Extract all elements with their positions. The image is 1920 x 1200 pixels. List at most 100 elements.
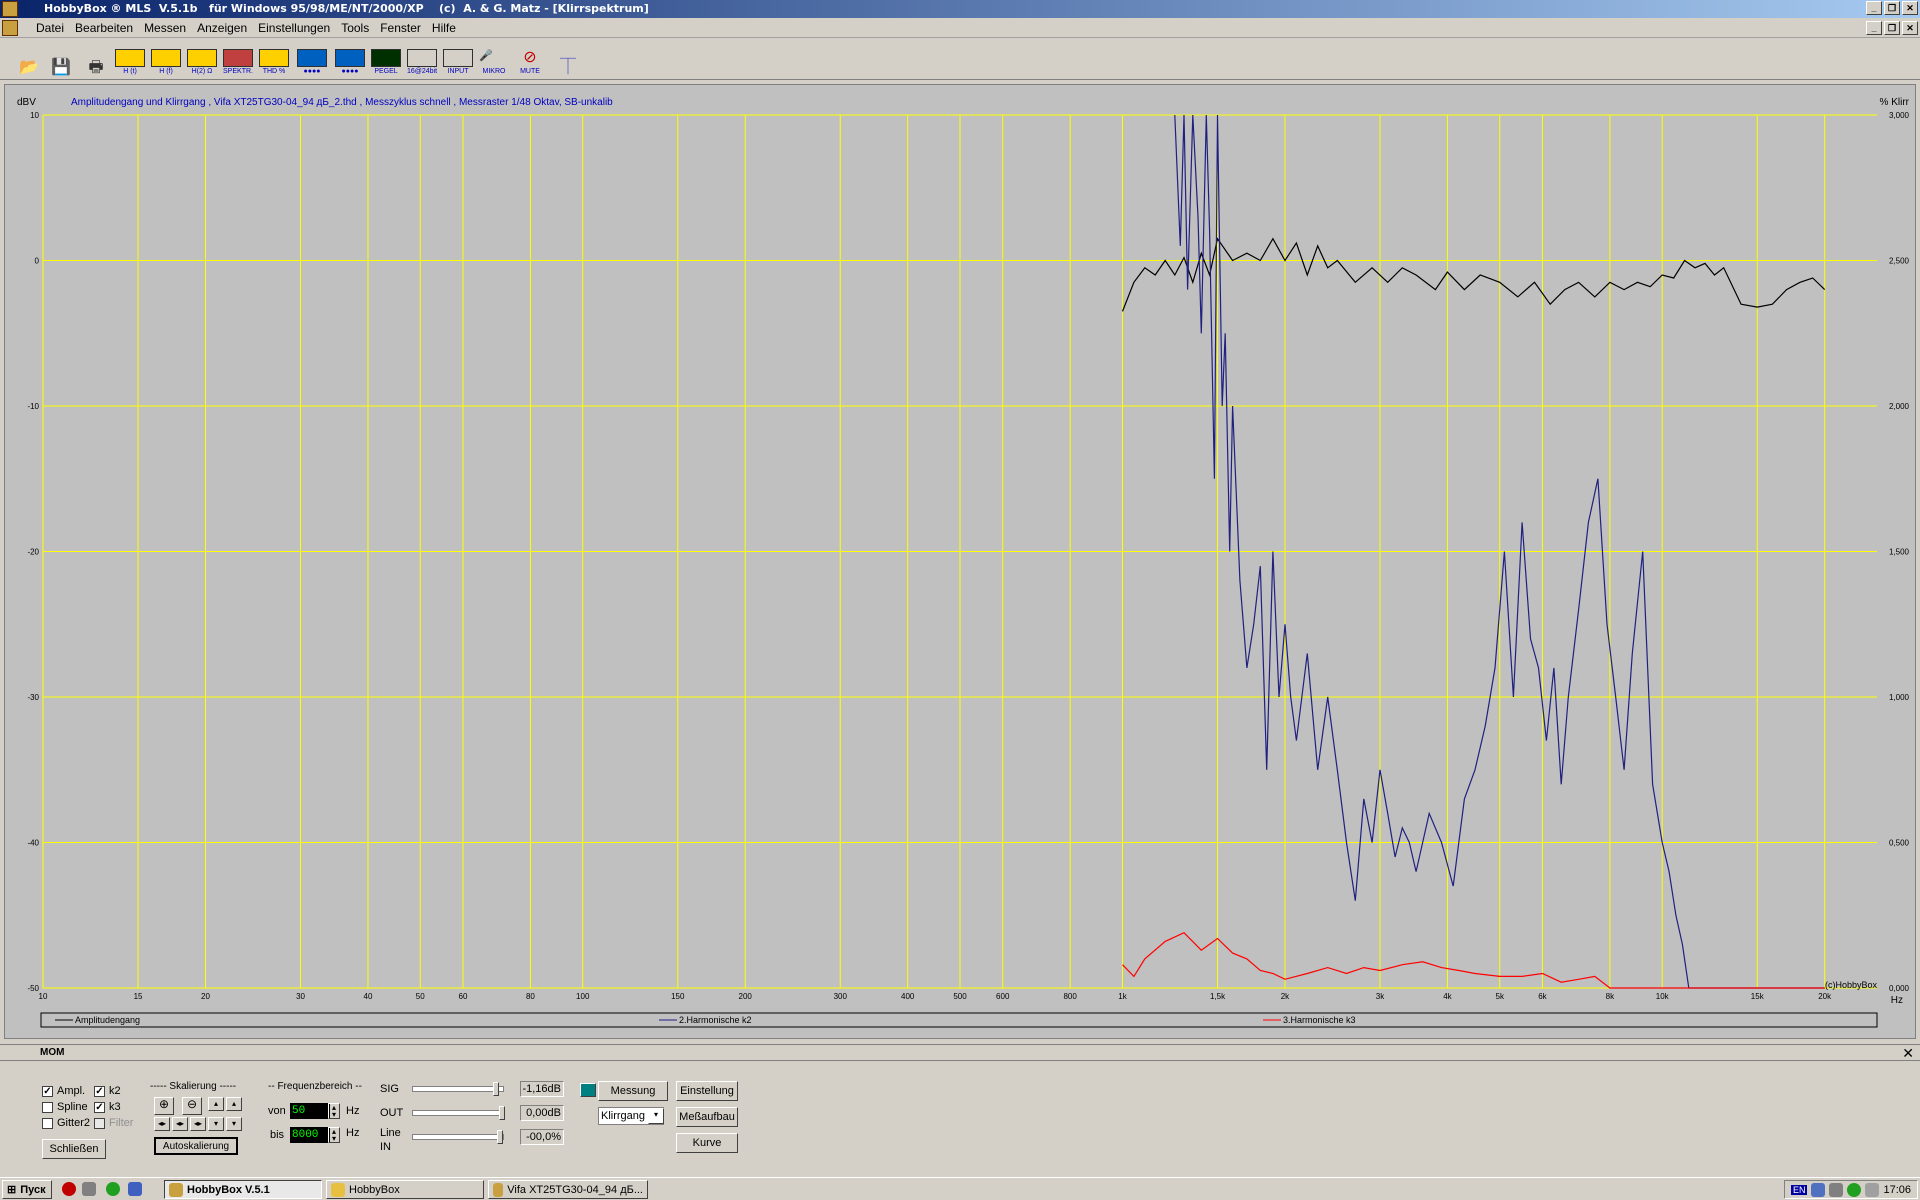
- menu-datei[interactable]: Datei: [36, 21, 64, 35]
- impedance-button[interactable]: H(2) Ω: [186, 46, 218, 76]
- x-tick-label: 10k: [1656, 992, 1670, 1001]
- messung-button[interactable]: Messung: [598, 1081, 668, 1101]
- app-icon[interactable]: [2, 1, 18, 17]
- antivirus-icon[interactable]: [1847, 1182, 1862, 1197]
- line-slider[interactable]: [412, 1130, 504, 1144]
- thd-icon: [259, 49, 289, 67]
- printer-icon: 🖶: [88, 59, 104, 76]
- y2-axis-label: % Klirr: [1880, 97, 1910, 108]
- bit-button[interactable]: 16@24bit: [406, 46, 438, 76]
- mikro-button[interactable]: 🎤 MIKRO: [478, 46, 510, 76]
- language-indicator[interactable]: EN: [1790, 1184, 1808, 1195]
- print-button[interactable]: 🖶: [80, 46, 112, 76]
- restore-button[interactable]: ❐: [1884, 1, 1900, 15]
- probe-button[interactable]: ⏉: [552, 46, 584, 76]
- x-tick-label: 20k: [1818, 992, 1832, 1001]
- y2-tick-label: 1,000: [1889, 693, 1910, 702]
- pegel-button[interactable]: PEGEL: [370, 46, 402, 76]
- menu-einstellungen[interactable]: Einstellungen: [258, 21, 330, 35]
- doc-minimize-button[interactable]: _: [1866, 21, 1882, 35]
- gitter2-checkbox[interactable]: Gitter2: [42, 1117, 90, 1129]
- doc-close-button[interactable]: ✕: [1902, 21, 1918, 35]
- kurve-button[interactable]: Kurve: [676, 1133, 738, 1153]
- scroll-right-icon[interactable]: ◂▸: [172, 1117, 188, 1131]
- zoom-in-icon[interactable]: ⊕: [154, 1097, 174, 1115]
- panel-close-icon[interactable]: ✕: [1902, 1045, 1914, 1062]
- von-spinner-icon[interactable]: ▴ ▾: [328, 1103, 340, 1119]
- x-tick-label: 500: [953, 992, 967, 1001]
- document-icon[interactable]: [2, 20, 18, 36]
- close-button[interactable]: ✕: [1902, 1, 1918, 15]
- bis-spinner-icon[interactable]: ▴ ▾: [328, 1127, 340, 1143]
- menu-fenster[interactable]: Fenster: [380, 21, 421, 35]
- quicklaunch-media-icon[interactable]: [106, 1182, 120, 1196]
- level-icon: [371, 49, 401, 67]
- taskbar-vifa[interactable]: Vifa XT25TG30-04_94 дБ...: [488, 1180, 648, 1199]
- folder-icon: 📂: [19, 59, 39, 76]
- scroll-up-icon[interactable]: ▴: [208, 1097, 224, 1111]
- messaufbau-button[interactable]: Meßaufbau: [676, 1107, 738, 1127]
- volume-icon[interactable]: [1829, 1182, 1844, 1197]
- minimize-button[interactable]: _: [1866, 1, 1882, 15]
- sig-slider[interactable]: [412, 1082, 504, 1096]
- mute-button[interactable]: ⊘ MUTE: [514, 46, 546, 76]
- von-input[interactable]: 50: [290, 1103, 330, 1119]
- k3-checkbox[interactable]: ✓ k3: [94, 1101, 121, 1113]
- series-line-2: [1122, 931, 1825, 989]
- scope-button[interactable]: ●●●●: [296, 46, 328, 76]
- y-axis-label: dBV: [17, 97, 36, 108]
- spline-checkbox[interactable]: Spline: [42, 1101, 88, 1113]
- scroll-lr-icon[interactable]: ◂▸: [190, 1117, 206, 1131]
- menu-bearbeiten[interactable]: Bearbeiten: [75, 21, 133, 35]
- chart-svg[interactable]: dBV Amplitudengang und Klirrgang , Vifa …: [5, 85, 1915, 1038]
- quicklaunch-calendar-icon[interactable]: [82, 1182, 96, 1196]
- bis-input[interactable]: 8000: [290, 1127, 330, 1143]
- k2-checkbox[interactable]: ✓ k2: [94, 1085, 121, 1097]
- x-tick-label: 800: [1063, 992, 1077, 1001]
- y-tick-label: -20: [27, 548, 39, 557]
- quicklaunch-ie-icon[interactable]: [128, 1182, 142, 1196]
- input-button[interactable]: INPUT: [442, 46, 474, 76]
- control-panel: МОМ ✕ ✓ Ampl. ✓ k2 Spline ✓ k3 Gitter2 Filt…: [0, 1044, 1920, 1178]
- schliessen-button[interactable]: Schließen: [42, 1139, 106, 1159]
- scroll-down-2-icon[interactable]: ▾: [226, 1117, 242, 1131]
- ht-button[interactable]: H (t): [114, 46, 146, 76]
- scroll-up-2-icon[interactable]: ▴: [226, 1097, 242, 1111]
- plot-area[interactable]: dBV Amplitudengang und Klirrgang , Vifa …: [4, 84, 1916, 1039]
- x-tick-label: 15k: [1751, 992, 1765, 1001]
- scroll-left-icon[interactable]: ◂▸: [154, 1117, 170, 1131]
- taskbar-hobbybox[interactable]: HobbyBox V.5.1: [164, 1180, 322, 1199]
- x-tick-label: 2k: [1281, 992, 1290, 1001]
- autoskalierung-button[interactable]: Autoskalierung: [154, 1137, 238, 1155]
- filter-checkbox[interactable]: Filter: [94, 1117, 133, 1129]
- bars-button[interactable]: ●●●●: [334, 46, 366, 76]
- line-value: -00,0%: [520, 1129, 564, 1145]
- scope-icon: [297, 49, 327, 67]
- start-button[interactable]: ⊞ Пуск: [2, 1180, 52, 1199]
- ampl-checkbox[interactable]: ✓ Ampl.: [42, 1085, 85, 1097]
- thd-button[interactable]: THD %: [258, 46, 290, 76]
- x-tick-label: 5k: [1496, 992, 1505, 1001]
- spektrum-button[interactable]: SPEKTR.: [222, 46, 254, 76]
- y2-tick-label: 0,500: [1889, 839, 1910, 848]
- menu-anzeigen[interactable]: Anzeigen: [197, 21, 247, 35]
- menu-hilfe[interactable]: Hilfe: [432, 21, 456, 35]
- x-tick-label: 60: [459, 992, 468, 1001]
- zoom-out-icon[interactable]: ⊖: [182, 1097, 202, 1115]
- taskbar-folder[interactable]: HobbyBox: [326, 1180, 484, 1199]
- x-tick-label: 20: [201, 992, 210, 1001]
- frequenzbereich-group-label: -- Frequenzbereich --: [268, 1081, 362, 1092]
- save-button[interactable]: 💾: [44, 46, 76, 76]
- open-button[interactable]: 📂: [12, 46, 44, 76]
- mode-dropdown-icon[interactable]: ▾: [648, 1108, 664, 1124]
- menu-tools[interactable]: Tools: [341, 21, 369, 35]
- network-icon[interactable]: [1811, 1182, 1826, 1197]
- out-slider[interactable]: [412, 1106, 505, 1120]
- doc-restore-button[interactable]: ❐: [1884, 21, 1900, 35]
- hf-button[interactable]: H (f): [150, 46, 182, 76]
- quicklaunch-opera-icon[interactable]: [62, 1182, 76, 1196]
- einstellung-button[interactable]: Einstellung: [676, 1081, 738, 1101]
- scroll-down-icon[interactable]: ▾: [208, 1117, 224, 1131]
- menu-messen[interactable]: Messen: [144, 21, 186, 35]
- tray-app-icon[interactable]: [1865, 1182, 1880, 1197]
